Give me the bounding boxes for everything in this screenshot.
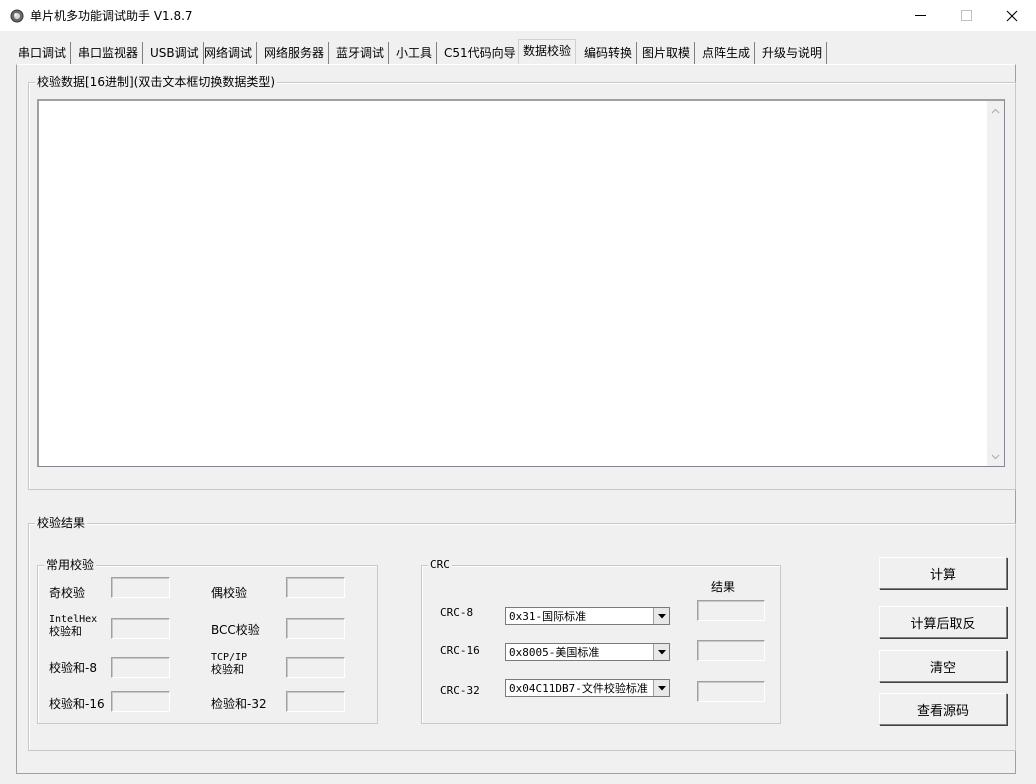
dropdown-arrow-icon[interactable] — [653, 680, 669, 696]
odd-parity-label: 奇校验 — [49, 586, 86, 600]
intelhex-label-line2: 校验和 — [49, 625, 82, 638]
scroll-up-arrow-icon[interactable] — [990, 105, 1001, 116]
calculate-invert-button[interactable]: 计算后取反 — [879, 606, 1007, 638]
crc16-label: CRC-16 — [440, 644, 480, 657]
tab-dot-matrix[interactable]: 点阵生成 — [698, 42, 756, 64]
odd-parity-field[interactable] — [111, 577, 170, 598]
crc-group-title: CRC — [428, 557, 452, 573]
title-bar: 单片机多功能调试助手 V1.8.7 — [0, 0, 1036, 31]
even-parity-label: 偶校验 — [211, 586, 248, 600]
tab-small-tools[interactable]: 小工具 — [392, 42, 438, 64]
crc8-label: CRC-8 — [440, 606, 474, 619]
bcc-checksum-field[interactable] — [286, 618, 345, 639]
close-button[interactable] — [989, 0, 1035, 31]
even-parity-field[interactable] — [286, 577, 345, 598]
crc-result-header: 结果 — [711, 580, 736, 594]
tab-network-debug[interactable]: 网络调试 — [200, 42, 258, 64]
crc8-select[interactable]: 0x31-国际标准 — [505, 607, 670, 625]
tab-encoding-convert[interactable]: 编码转换 — [580, 42, 638, 64]
tab-data-checksum[interactable]: 数据校验 — [518, 39, 577, 64]
tab-c51-wizard[interactable]: C51代码向导 — [440, 42, 521, 64]
tab-network-server[interactable]: 网络服务器 — [260, 42, 330, 64]
checksum-32-label: 检验和-32 — [211, 697, 267, 711]
tab-serial-debug[interactable]: 串口调试 — [14, 42, 72, 64]
tab-usb-debug[interactable]: USB调试 — [146, 42, 204, 64]
crc32-result-field[interactable] — [697, 681, 765, 702]
bcc-checksum-label: BCC校验 — [211, 623, 260, 637]
dropdown-arrow-icon[interactable] — [653, 608, 669, 624]
intelhex-checksum-label: IntelHex 校验和 — [49, 614, 97, 638]
crc32-selected-value: 0x04C11DB7-文件校验标准 — [509, 682, 648, 695]
maximize-button — [943, 0, 989, 31]
tcpip-checksum-label: TCP/IP 校验和 — [211, 652, 247, 676]
window-title: 单片机多功能调试助手 V1.8.7 — [30, 9, 193, 23]
crc16-select[interactable]: 0x8005-美国标准 — [505, 643, 670, 661]
checksum-32-field[interactable] — [286, 691, 345, 712]
minimize-button[interactable] — [897, 0, 943, 31]
tcpip-checksum-field[interactable] — [286, 657, 345, 678]
vertical-scrollbar[interactable] — [987, 101, 1004, 466]
tab-image-font[interactable]: 图片取模 — [638, 42, 696, 64]
scroll-down-arrow-icon[interactable] — [990, 451, 1001, 462]
checksum-input-group-title: 校验数据[16进制](双击文本框切换数据类型) — [35, 74, 277, 90]
crc32-select[interactable]: 0x04C11DB7-文件校验标准 — [505, 679, 670, 697]
app-logo-icon[interactable] — [10, 9, 24, 23]
tcpip-label-line2: 校验和 — [211, 663, 244, 676]
common-checksum-group-title: 常用校验 — [44, 557, 97, 573]
checksum-16-label: 校验和-16 — [49, 697, 105, 711]
crc8-result-field[interactable] — [697, 600, 765, 621]
crc32-label: CRC-32 — [440, 684, 480, 697]
intelhex-checksum-field[interactable] — [111, 618, 170, 639]
crc16-selected-value: 0x8005-美国标准 — [509, 646, 600, 659]
checksum-8-label: 校验和-8 — [49, 661, 97, 675]
tab-serial-monitor[interactable]: 串口监视器 — [74, 42, 144, 64]
calculate-button[interactable]: 计算 — [879, 557, 1007, 589]
dropdown-arrow-icon[interactable] — [653, 644, 669, 660]
checksum-data-textarea[interactable] — [37, 99, 1005, 467]
clear-button[interactable]: 清空 — [879, 650, 1007, 682]
checksum-result-group-title: 校验结果 — [35, 515, 88, 531]
checksum-8-field[interactable] — [111, 657, 170, 678]
view-source-button[interactable]: 查看源码 — [879, 693, 1007, 725]
crc16-result-field[interactable] — [697, 640, 765, 661]
crc8-selected-value: 0x31-国际标准 — [509, 610, 587, 623]
checksum-16-field[interactable] — [111, 691, 170, 712]
tab-upgrade-help[interactable]: 升级与说明 — [758, 42, 828, 64]
tab-bluetooth-debug[interactable]: 蓝牙调试 — [332, 42, 390, 64]
